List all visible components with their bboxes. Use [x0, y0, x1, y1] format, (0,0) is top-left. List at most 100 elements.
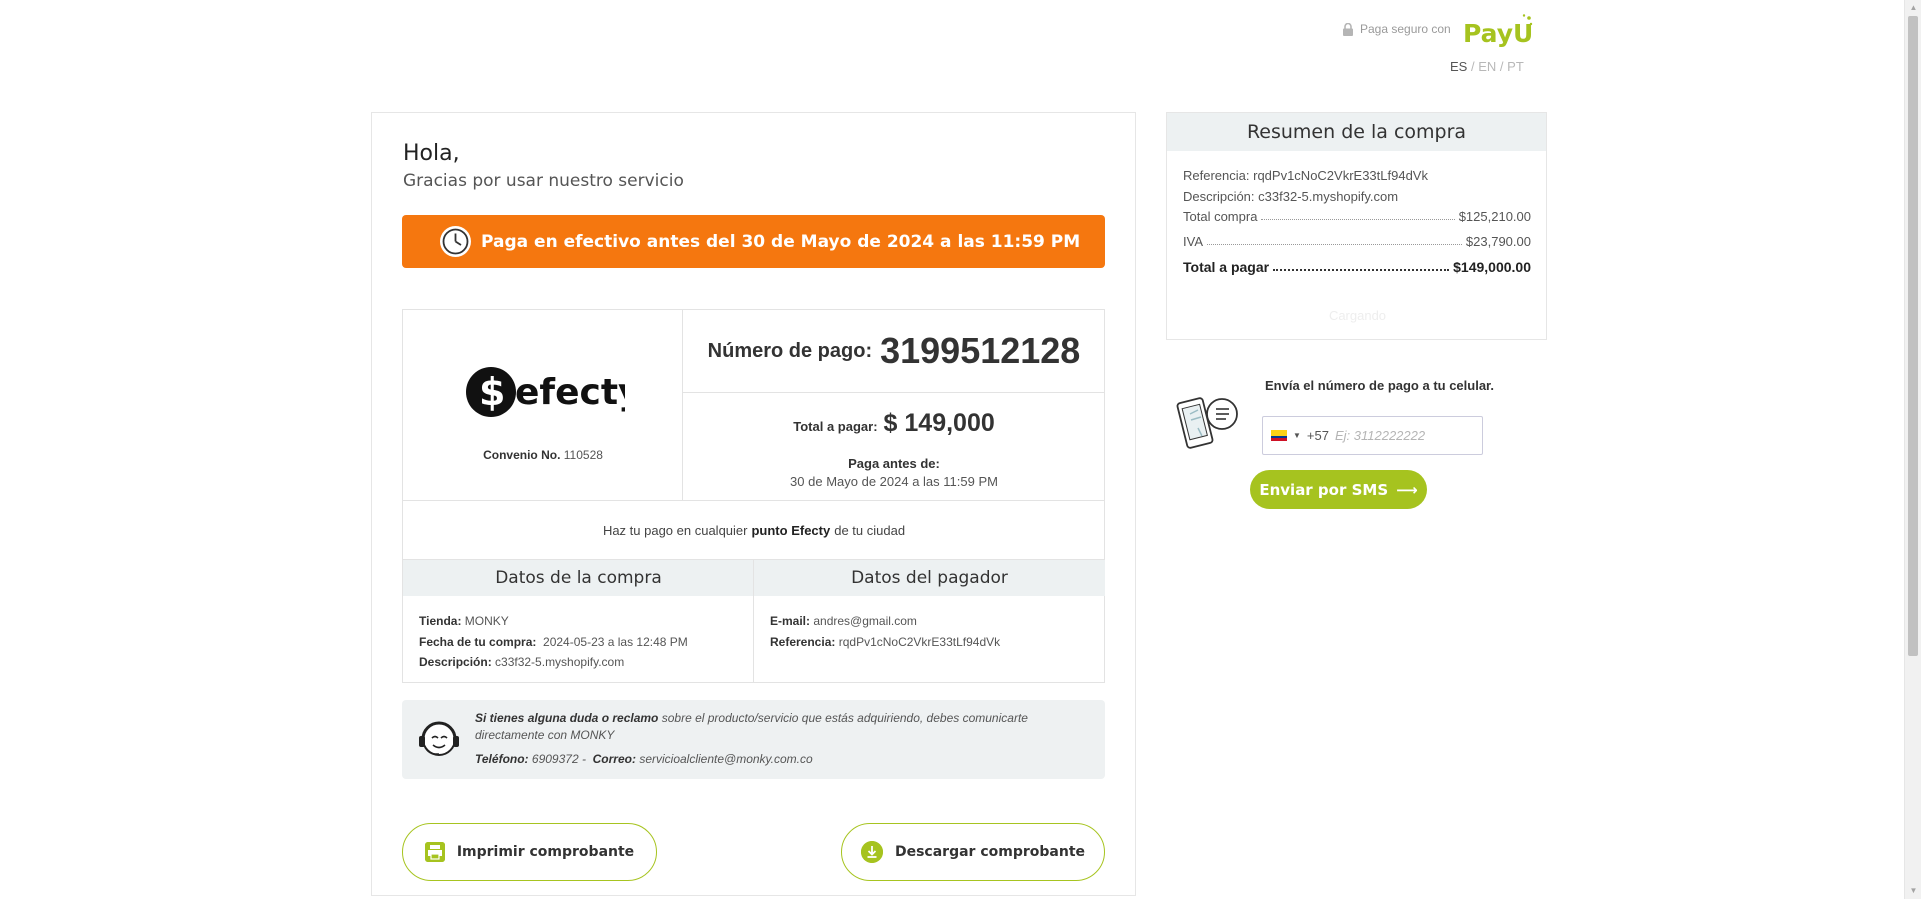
total-label: Total a pagar: [793, 419, 878, 434]
support-notice: Si tienes alguna duda o reclamo sobre el… [402, 700, 1105, 779]
support-intro: Si tienes alguna duda o reclamo [475, 711, 659, 725]
payment-instructions: Haz tu pago en cualquier punto Efecty de… [403, 500, 1105, 559]
payment-number-section: Número de pago: 3199512128 [683, 310, 1105, 393]
summary-reference-label: Referencia: [1183, 168, 1250, 183]
pay-before-label: Paga antes de: [848, 456, 940, 471]
phone-placeholder[interactable]: Ej: 3112222222 [1335, 428, 1425, 443]
description-value: c33f32-5.myshopify.com [495, 655, 625, 669]
payment-deadline-banner: Paga en efectivo antes del 30 de Mayo de… [402, 215, 1105, 268]
support-agent-icon [419, 721, 459, 756]
send-sms-button[interactable]: Enviar por SMS ⟶ [1250, 470, 1427, 509]
support-text: Si tienes alguna duda o reclamo sobre el… [475, 710, 1075, 744]
convenio-value: 110528 [563, 448, 603, 462]
printer-icon [424, 842, 445, 862]
summary-total: Total a pagar $149,000.00 [1183, 259, 1531, 275]
payer-data-heading: Datos del pagador [754, 559, 1105, 596]
iva-value: $23,790.00 [1465, 234, 1531, 249]
colombia-flag-icon [1271, 430, 1287, 441]
print-button-label: Imprimir comprobante [456, 844, 635, 860]
iva-label: IVA [1183, 234, 1203, 249]
store-value: MONKY [464, 614, 509, 628]
thanks-text: Gracias por usar nuestro servicio [403, 171, 684, 191]
subtotal-label: Total compra [1183, 209, 1258, 224]
payment-info-box: $ efecty Convenio No. 110528 Número de p… [402, 309, 1105, 683]
country-code[interactable]: +57 [1307, 428, 1329, 443]
phone-number-input[interactable]: ▼ +57 Ej: 3112222222 [1262, 416, 1483, 455]
lang-en[interactable]: EN [1478, 59, 1496, 74]
scroll-down-icon[interactable]: ▼ [1905, 883, 1921, 899]
lang-separator: / [1499, 59, 1504, 74]
reference-value: rqdPv1cNoC2VkrE33tLf94dVk [838, 634, 1001, 649]
description-label: Descripción: [419, 655, 492, 669]
page-scrollbar[interactable]: ▲ ▼ [1904, 0, 1921, 899]
summary-description: Descripción: c33f32-5.myshopify.com [1183, 189, 1398, 204]
summary-reference-value: rqdPv1cNoC2VkrE33tLf94dVk [1253, 168, 1428, 183]
scrollbar-thumb[interactable] [1908, 16, 1918, 656]
send-sms-label: Enviar por SMS [1259, 480, 1389, 499]
amount-section: Total a pagar: $ 149,000 Paga antes de: … [683, 393, 1105, 500]
summary-description-value: c33f32-5.myshopify.com [1258, 189, 1399, 204]
phone-value: 6909372 - [531, 752, 586, 766]
payu-logo: PayU [1463, 14, 1533, 48]
reference-label: Referencia: [770, 634, 836, 649]
instructions-suffix: de tu ciudad [834, 522, 906, 538]
page: Paga seguro con PayU ES / EN / PT Hola, … [0, 0, 1921, 899]
payment-number-label: Número de pago: [707, 339, 873, 362]
print-voucher-button[interactable]: Imprimir comprobante [402, 823, 657, 881]
arrow-right-icon: ⟶ [1396, 480, 1418, 499]
clock-icon [440, 226, 471, 257]
purchase-date-value: 2024-05-23 a las 12:48 PM [543, 634, 688, 649]
sms-section: Envía el número de pago a tu celular. ▼ … [1176, 378, 1556, 509]
purchase-data: Tienda: MONKY Fecha de tu compra: 2024-0… [403, 596, 753, 682]
efecty-logo: $ efecty [466, 367, 625, 417]
mail-value: servicioalcliente@monky.com.co [639, 752, 813, 766]
caret-down-icon[interactable]: ▼ [1293, 431, 1301, 440]
instructions-bold: punto Efecty [751, 522, 831, 538]
phone-label: Teléfono: [475, 752, 529, 766]
svg-text:PayU: PayU [1463, 19, 1533, 48]
greeting: Hola, [403, 141, 460, 166]
summary-total-label: Total a pagar [1183, 259, 1270, 275]
secure-payment-label: Paga seguro con [1342, 22, 1451, 36]
total-value: $ 149,000 [883, 409, 995, 437]
secure-text: Paga seguro con [1360, 22, 1451, 36]
pay-before-date: 30 de Mayo de 2024 a las 11:59 PM [790, 474, 998, 489]
download-voucher-button[interactable]: Descargar comprobante [841, 823, 1105, 881]
purchase-summary: Resumen de la compra Referencia: rqdPv1c… [1166, 112, 1547, 340]
svg-text:$: $ [479, 370, 505, 414]
lang-es[interactable]: ES [1450, 59, 1467, 74]
efecty-section: $ efecty Convenio No. 110528 [403, 310, 683, 500]
email-label: E-mail: [770, 614, 811, 628]
lang-separator: / [1470, 59, 1475, 74]
store-label: Tienda: [419, 614, 462, 628]
scroll-up-icon[interactable]: ▲ [1905, 0, 1921, 16]
payer-data: E-mail: andres@gmail.com Referencia: rqd… [754, 596, 1105, 682]
download-icon [860, 841, 883, 863]
sms-title: Envía el número de pago a tu celular. [1265, 378, 1495, 393]
language-selector: ES / EN / PT [1450, 59, 1524, 74]
download-button-label: Descargar comprobante [894, 844, 1086, 860]
convenio-label: Convenio No. [483, 448, 561, 462]
banner-text: Paga en efectivo antes del 30 de Mayo de… [481, 231, 1081, 252]
support-contact: Teléfono: 6909372 - Correo: servicioalcl… [475, 752, 813, 766]
svg-text:efecty: efecty [515, 372, 625, 413]
purchase-data-heading: Datos de la compra [403, 559, 754, 596]
mail-label: Correo: [592, 752, 636, 766]
instructions-prefix: Haz tu pago en cualquier [602, 522, 748, 538]
summary-subtotal: Total compra $125,210.00 [1183, 209, 1531, 224]
phone-message-icon [1176, 397, 1238, 449]
summary-reference: Referencia: rqdPv1cNoC2VkrE33tLf94dVk [1183, 168, 1428, 183]
summary-description-label: Descripción: [1183, 189, 1255, 204]
email-value: andres@gmail.com [813, 614, 917, 628]
payment-voucher-card: Hola, Gracias por usar nuestro servicio … [371, 112, 1136, 896]
summary-total-value: $149,000.00 [1453, 259, 1531, 275]
subtotal-value: $125,210.00 [1458, 209, 1531, 224]
lock-icon [1343, 22, 1353, 36]
convenio-number: Convenio No. 110528 [403, 448, 683, 462]
lang-pt[interactable]: PT [1507, 59, 1524, 74]
payment-number-value: 3199512128 [880, 330, 1081, 371]
purchase-date-label: Fecha de tu compra: [419, 634, 537, 649]
summary-title: Resumen de la compra [1167, 113, 1546, 151]
summary-iva: IVA $23,790.00 [1183, 234, 1531, 249]
loading-indicator: Cargando [1328, 308, 1387, 323]
